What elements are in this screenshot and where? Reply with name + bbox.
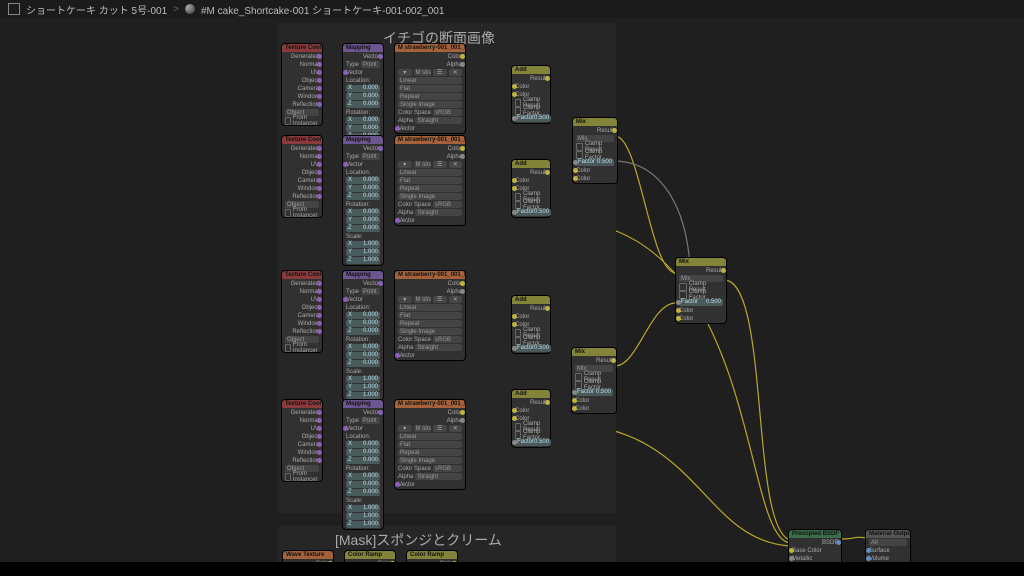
node-principled-bsdf[interactable]: Principled BSDF BSDF Base Color Metallic…	[789, 530, 841, 562]
image-browse[interactable]: ▾	[398, 69, 412, 76]
node-mix-add-2b[interactable]: Add Result Color Color Clamp Result Clam…	[512, 390, 550, 447]
node-mix-2[interactable]: Mix Result Mix Clamp Result Clamp Factor…	[572, 348, 616, 413]
node-image-texture-1[interactable]: M strawberry-001_001_tx_albedo.png Color…	[395, 44, 465, 133]
node-texcoord-4[interactable]: Texture Coordinate Generated Normal UV O…	[282, 400, 322, 481]
node-mix-add-1a[interactable]: Add Result Color Color Clamp Result Clam…	[512, 66, 550, 123]
node-header[interactable]: M strawberry-001_001_tx_albedo.png	[395, 44, 465, 52]
bottom-black-bar	[0, 562, 1024, 576]
node-mapping-2[interactable]: Mapping Vector TypePoint Vector Location…	[343, 136, 383, 265]
frame-label-2: [Mask]スポンジとクリーム	[335, 530, 502, 550]
node-header[interactable]: Add	[512, 66, 550, 74]
node-image-texture-2[interactable]: M strawberry-001_001_tx_albedo.png Color…	[395, 136, 465, 225]
breadcrumb: ショートケーキ カット 5号-001 > #M cake_Shortcake-0…	[0, 0, 1024, 18]
node-image-texture-3[interactable]: M strawberry-001_001_tx_albedo.png Color…	[395, 271, 465, 360]
image-new[interactable]: ✕	[449, 69, 463, 76]
node-header[interactable]: Mapping	[343, 44, 383, 52]
node-mapping-4[interactable]: Mapping Vector TypePoint Vector Location…	[343, 400, 383, 529]
node-wave-texture[interactable]: Wave Texture Color	[283, 551, 333, 562]
image-open[interactable]: ☰	[433, 69, 447, 76]
breadcrumb-item-1[interactable]: ショートケーキ カット 5号-001	[26, 2, 167, 17]
material-icon	[185, 4, 195, 14]
node-color-ramp-2[interactable]: Color Ramp Color	[407, 551, 457, 562]
node-color-ramp-1[interactable]: Color Ramp Color	[345, 551, 395, 562]
node-mix-add-2a[interactable]: Add Result Color Color Clamp Result Clam…	[512, 296, 550, 353]
node-mapping-3[interactable]: Mapping Vector TypePoint Vector Location…	[343, 271, 383, 400]
node-mix-center[interactable]: Mix Result Mix Clamp Result Clamp Factor…	[676, 258, 726, 323]
node-header[interactable]: Mix	[573, 118, 617, 126]
node-texcoord-3[interactable]: Texture Coordinate Generated Normal UV O…	[282, 271, 322, 352]
object-icon	[8, 3, 20, 15]
node-material-output[interactable]: Material Output All Surface Volume Displ…	[866, 530, 910, 562]
node-texcoord-2[interactable]: Texture Coordinate Generated Normal UV O…	[282, 136, 322, 217]
node-mix-add-1b[interactable]: Add Result Color Color Clamp Result Clam…	[512, 160, 550, 217]
from-instancer-check[interactable]	[285, 117, 291, 125]
breadcrumb-item-2[interactable]: #M cake_Shortcake-001 ショートケーキ-001-002_00…	[201, 2, 444, 17]
node-texcoord-1[interactable]: Texture Coordinate Generated Normal UV O…	[282, 44, 322, 125]
breadcrumb-separator: >	[173, 4, 179, 15]
node-image-texture-4[interactable]: M strawberry-001_001_tx_albedo.png Color…	[395, 400, 465, 489]
node-editor-canvas[interactable]: イチゴの断面画像 [Mask]スポンジとクリーム Texture Coordin…	[0, 18, 1024, 562]
node-header[interactable]: Texture Coordinate	[282, 44, 322, 52]
node-mix-1[interactable]: Mix Result Mix Clamp Result Clamp Factor…	[573, 118, 617, 183]
